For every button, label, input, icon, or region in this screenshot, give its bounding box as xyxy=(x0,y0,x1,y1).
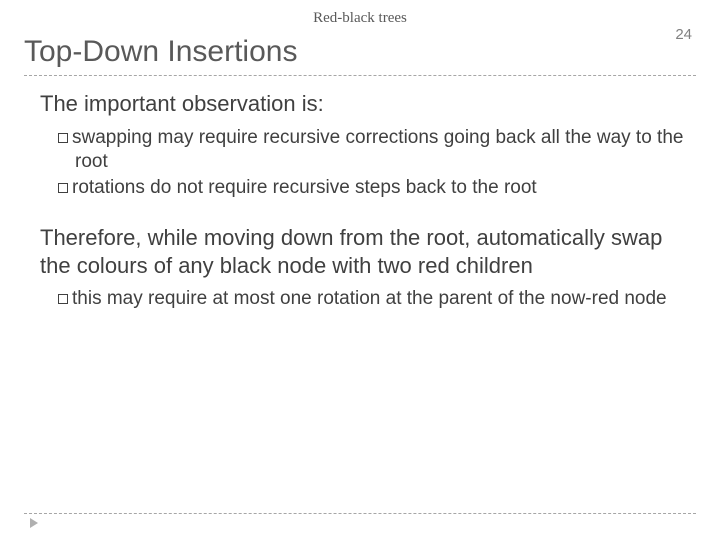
list-item: rotations do not require recursive steps… xyxy=(58,176,696,200)
page-number: 24 xyxy=(675,26,692,43)
bullet-text: rotations do not require recursive steps… xyxy=(72,177,537,198)
checkbox-icon xyxy=(58,183,68,193)
paragraph-1: The important observation is: xyxy=(40,90,696,118)
bullet-group-1: swapping may require recursive correctio… xyxy=(40,126,696,201)
footer-arrow-icon xyxy=(30,518,38,528)
bullet-text: this may require at most one rotation at… xyxy=(72,288,667,309)
checkbox-icon xyxy=(58,133,68,143)
bullet-text: swapping may require recursive correctio… xyxy=(72,127,683,172)
footer-divider xyxy=(24,513,696,514)
slide-title: Top-Down Insertions xyxy=(24,35,696,69)
checkbox-icon xyxy=(58,294,68,304)
topic-label: Red-black trees xyxy=(24,10,696,27)
paragraph-2: Therefore, while moving down from the ro… xyxy=(40,224,696,279)
bullet-group-2: this may require at most one rotation at… xyxy=(40,287,696,311)
list-item: swapping may require recursive correctio… xyxy=(58,126,696,175)
list-item: this may require at most one rotation at… xyxy=(58,287,696,311)
slide-content: The important observation is: swapping m… xyxy=(24,90,696,312)
slide: Red-black trees 24 Top-Down Insertions T… xyxy=(0,0,720,540)
title-divider xyxy=(24,75,696,76)
